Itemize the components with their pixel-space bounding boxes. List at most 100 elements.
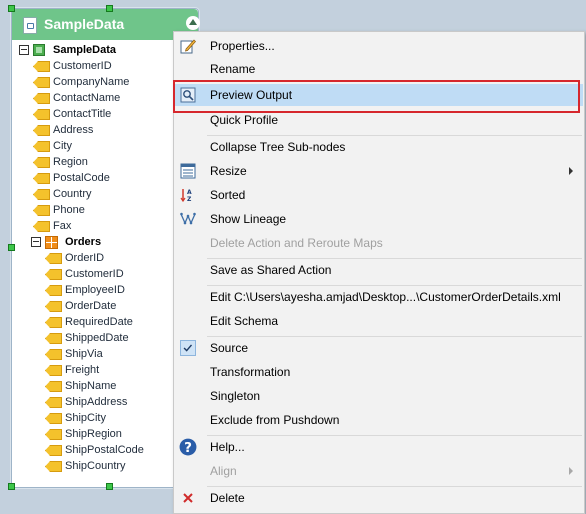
menu-item-rename[interactable]: Rename bbox=[175, 58, 583, 80]
field-icon bbox=[45, 317, 62, 328]
tree-field-label: Country bbox=[53, 188, 92, 200]
menu-label: Rename bbox=[210, 62, 256, 76]
tree-field-label: Freight bbox=[65, 364, 100, 376]
collapse-panel-icon[interactable] bbox=[186, 16, 200, 30]
field-icon bbox=[33, 109, 50, 120]
menu-item-sorted[interactable]: A Z Sorted bbox=[175, 184, 583, 206]
menu-item-edit-file[interactable]: Edit C:\Users\ayesha.amjad\Desktop...\Cu… bbox=[175, 286, 583, 308]
tree-field-label: ShipRegion bbox=[65, 428, 122, 440]
resize-handle-n[interactable] bbox=[106, 5, 113, 12]
menu-item-delete[interactable]: Delete bbox=[175, 487, 583, 509]
panel-header[interactable]: SampleData bbox=[12, 9, 200, 40]
menu-label: Resize bbox=[210, 164, 247, 178]
field-icon bbox=[45, 461, 62, 472]
tree-field-label: Region bbox=[53, 156, 88, 168]
submenu-arrow-icon bbox=[569, 167, 573, 175]
menu-label: Collapse Tree Sub-nodes bbox=[210, 140, 346, 154]
tree-field-label: OrderDate bbox=[65, 300, 117, 312]
tree-field-label: RequiredDate bbox=[65, 316, 133, 328]
menu-label: Exclude from Pushdown bbox=[210, 413, 340, 427]
resize-icon bbox=[180, 163, 196, 179]
field-icon bbox=[45, 429, 62, 440]
field-icon bbox=[33, 61, 50, 72]
properties-icon bbox=[180, 39, 196, 54]
tree-field-label: ShippedDate bbox=[65, 332, 129, 344]
menu-label: Source bbox=[210, 341, 249, 355]
svg-text:?: ? bbox=[184, 440, 192, 456]
tree-field-label: ContactTitle bbox=[53, 108, 112, 120]
field-icon bbox=[33, 205, 50, 216]
field-icon bbox=[45, 301, 62, 312]
resize-handle-s[interactable] bbox=[106, 483, 113, 490]
field-icon bbox=[33, 189, 50, 200]
document-icon bbox=[23, 17, 37, 34]
field-icon bbox=[45, 285, 62, 296]
field-icon bbox=[45, 269, 62, 280]
field-icon bbox=[45, 365, 62, 376]
field-icon bbox=[33, 157, 50, 168]
svg-text:Z: Z bbox=[187, 196, 192, 203]
tree-field-label: CompanyName bbox=[53, 76, 130, 88]
highlight-frame bbox=[173, 80, 580, 113]
menu-label: Singleton bbox=[210, 389, 261, 403]
collapse-icon[interactable] bbox=[31, 237, 41, 247]
tree-field-label: ShipCity bbox=[65, 412, 106, 424]
tree-label: Orders bbox=[65, 236, 102, 248]
sampledata-panel[interactable]: SampleData SampleData CustomerID Company… bbox=[11, 8, 200, 488]
menu-item-transformation[interactable]: Transformation bbox=[175, 361, 583, 383]
tree-field-label: EmployeeID bbox=[65, 284, 125, 296]
field-icon bbox=[33, 77, 50, 88]
menu-label: Edit C:\Users\ayesha.amjad\Desktop...\Cu… bbox=[210, 290, 561, 304]
tree-field-label: CustomerID bbox=[53, 60, 112, 72]
tree-field-label: Address bbox=[53, 124, 94, 136]
svg-text:A: A bbox=[187, 189, 192, 196]
submenu-arrow-icon bbox=[569, 467, 573, 475]
tree-label: SampleData bbox=[53, 44, 116, 56]
menu-item-align: Align bbox=[175, 460, 583, 482]
menu-item-resize[interactable]: Resize bbox=[175, 160, 583, 182]
field-icon bbox=[45, 397, 62, 408]
delete-icon bbox=[183, 493, 193, 503]
menu-item-save-shared[interactable]: Save as Shared Action bbox=[175, 259, 583, 281]
tree-field-label: ShipVia bbox=[65, 348, 103, 360]
field-icon bbox=[33, 173, 50, 184]
tree-field-label: OrderID bbox=[65, 252, 105, 264]
menu-item-properties[interactable]: Properties... bbox=[175, 35, 583, 57]
resize-handle-nw[interactable] bbox=[8, 5, 15, 12]
tree-field-label: ShipAddress bbox=[65, 396, 128, 408]
resize-handle-sw[interactable] bbox=[8, 483, 15, 490]
menu-item-singleton[interactable]: Singleton bbox=[175, 385, 583, 407]
tree-field-label: ShipName bbox=[65, 380, 117, 392]
menu-label: Show Lineage bbox=[210, 212, 287, 226]
menu-item-edit-schema[interactable]: Edit Schema bbox=[175, 310, 583, 332]
sort-icon: A Z bbox=[180, 189, 192, 203]
field-icon bbox=[45, 413, 62, 424]
field-icon bbox=[33, 125, 50, 136]
field-icon bbox=[33, 221, 50, 232]
menu-item-delete-action: Delete Action and Reroute Maps bbox=[175, 232, 583, 254]
lineage-icon bbox=[180, 212, 196, 225]
menu-item-collapse-tree[interactable]: Collapse Tree Sub-nodes bbox=[175, 136, 583, 158]
tree-field-label: CustomerID bbox=[65, 268, 124, 280]
menu-item-source[interactable]: Source bbox=[175, 337, 583, 359]
resize-handle-w[interactable] bbox=[8, 244, 15, 251]
field-icon bbox=[45, 381, 62, 392]
checkmark-icon bbox=[180, 340, 196, 356]
field-icon bbox=[45, 445, 62, 456]
menu-label: Delete Action and Reroute Maps bbox=[210, 236, 383, 250]
menu-item-help[interactable]: ? Help... bbox=[175, 436, 583, 458]
menu-label: Sorted bbox=[210, 188, 246, 202]
tree-field-label: Fax bbox=[53, 220, 72, 232]
menu-label: Delete bbox=[210, 491, 245, 505]
help-icon: ? bbox=[179, 438, 197, 456]
collapse-icon[interactable] bbox=[19, 45, 29, 55]
menu-item-show-lineage[interactable]: Show Lineage bbox=[175, 208, 583, 230]
menu-label: Help... bbox=[210, 440, 245, 454]
field-icon bbox=[33, 141, 50, 152]
field-icon bbox=[33, 93, 50, 104]
tree-field-label: ShipCountry bbox=[65, 460, 126, 472]
field-icon bbox=[45, 253, 62, 264]
menu-label: Properties... bbox=[210, 39, 275, 53]
tree-field-label: PostalCode bbox=[53, 172, 110, 184]
menu-item-exclude-pushdown[interactable]: Exclude from Pushdown bbox=[175, 409, 583, 431]
